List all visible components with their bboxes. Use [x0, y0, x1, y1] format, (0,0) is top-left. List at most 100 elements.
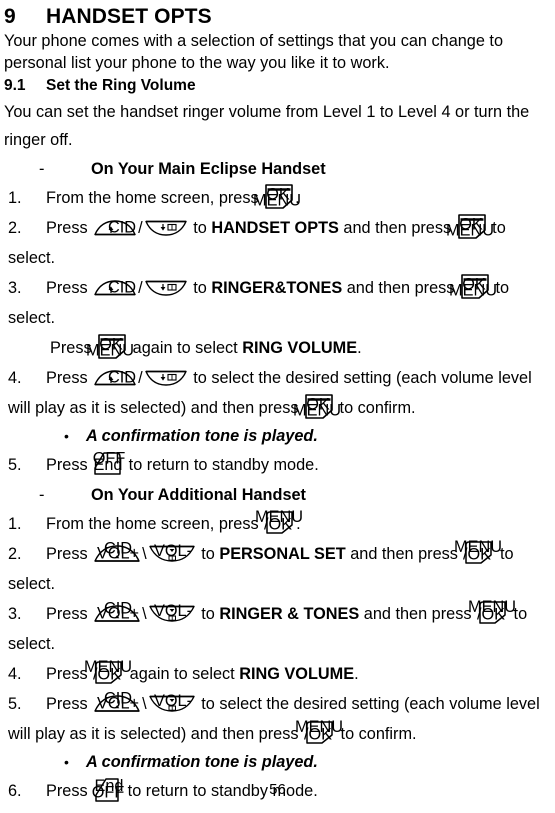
step-text-3: and then press — [342, 279, 459, 297]
key-separator: / — [138, 219, 143, 237]
step-number: 2. — [8, 545, 22, 563]
svg-text:VOL+: VOL+ — [97, 605, 139, 623]
svg-text:MENU: MENU — [253, 192, 301, 210]
main-confirmation-note: • A confirmation tone is played. — [4, 423, 551, 450]
down-vol-key-icon: VOL- — [148, 542, 196, 564]
svg-text:CID: CID — [108, 279, 136, 297]
step-text-2: to — [188, 279, 212, 297]
step-body: Press OFF End to return to standby mode. — [46, 450, 319, 475]
svg-text:CID: CID — [108, 369, 136, 387]
step-number: 5. — [8, 456, 22, 474]
step-text-3: and then press — [359, 605, 477, 623]
document-page: 9 HANDSET OPTS Your phone comes with a se… — [0, 0, 555, 813]
step-number: 3. — [8, 279, 22, 297]
dash-marker: - — [39, 486, 45, 504]
main-handset-heading-text: On Your Main Eclipse Handset — [91, 160, 326, 178]
step-menu-name: PERSONAL SET — [219, 545, 346, 563]
step-number: 2. — [8, 219, 22, 237]
step-number: 1. — [8, 189, 22, 207]
key-separator: \ — [142, 695, 147, 713]
step-text-2: to — [188, 219, 212, 237]
svg-text:VOL+: VOL+ — [97, 545, 139, 563]
step-body: Press CID VOL+ \ VOL- to PERSONAL SET and t… — [8, 538, 514, 593]
section-title: Set the Ring Volume — [46, 77, 196, 94]
cont-menu-name: RING VOLUME — [242, 339, 358, 357]
step-text: Press — [46, 545, 93, 563]
up-cid-key-icon: CID — [93, 278, 137, 297]
svg-text:MENU: MENU — [446, 222, 494, 240]
menu-ok-key-icon: MENU/OK — [468, 598, 516, 625]
svg-text:End: End — [94, 456, 123, 474]
step-number: 4. — [8, 369, 22, 387]
key-separator: / — [138, 369, 143, 387]
menu-ok-key-icon: MENU/OK — [84, 658, 132, 685]
step-text-3: . — [354, 665, 359, 683]
step-body: From the home screen, press MENU/OK. — [46, 508, 303, 534]
menu-ok-key-icon: MENU/OK — [255, 508, 303, 535]
down-phonebook-key-icon — [144, 368, 188, 387]
step-menu-name: RINGER & TONES — [219, 605, 360, 623]
note-text: A confirmation tone is played. — [86, 753, 318, 771]
step-text: From the home screen, press — [46, 189, 264, 207]
svg-text:/OK: /OK — [264, 516, 292, 534]
additional-step-5: 5. Press CID VOL+ \ VOL- to select the desir… — [4, 689, 551, 749]
additional-step-3: 3. Press CID VOL+ \ VOL- to RINGER & TONES a… — [4, 598, 551, 659]
step-text-3: to confirm. — [336, 725, 417, 743]
step-number: 4. — [8, 665, 22, 683]
section-number: 9.1 — [4, 77, 26, 94]
main-step-3-continuation: Press OK MENU again to select RING VOLUME… — [8, 333, 551, 363]
svg-text:/OK: /OK — [304, 726, 332, 744]
additional-step-4: 4. Press MENU/OK again to select RING VOL… — [4, 658, 551, 689]
step-number: 1. — [8, 515, 22, 533]
step-text-3: to confirm. — [335, 399, 416, 417]
down-phonebook-key-icon — [144, 278, 188, 297]
step-text-2: to — [196, 605, 220, 623]
main-step-1: 1. From the home screen, press OK MENU. — [4, 183, 551, 213]
off-end-key-icon: OFF End — [93, 450, 125, 477]
step-text: Press — [46, 695, 93, 713]
additional-handset-heading-text: On Your Additional Handset — [91, 486, 306, 504]
ok-menu-key-icon: OK MENU — [86, 333, 134, 360]
svg-text:/OK: /OK — [477, 606, 505, 624]
down-phonebook-key-icon — [144, 218, 188, 237]
step-text: Press — [46, 279, 93, 297]
chapter-title: HANDSET OPTS — [46, 5, 212, 28]
step-body: From the home screen, press OK MENU. — [46, 184, 301, 210]
step-text-2: to return to standby mode. — [124, 456, 319, 474]
down-vol-key-icon: VOL- — [148, 692, 196, 714]
additional-handset-subheading: - On Your Additional Handset — [4, 482, 551, 508]
step-text: Press — [46, 219, 93, 237]
up-cid-vol-key-icon: CID VOL+ — [93, 600, 141, 624]
step-number: 3. — [8, 605, 22, 623]
svg-text:VOL+: VOL+ — [97, 695, 139, 713]
svg-text:/OK: /OK — [93, 666, 121, 684]
bullet-marker: • — [64, 428, 69, 444]
ok-menu-key-icon: OK MENU — [253, 183, 301, 210]
step-body: Press CID / to select the desired setting… — [8, 368, 532, 420]
menu-ok-key-icon: MENU/OK — [454, 538, 502, 565]
step-body: Press MENU/OK again to select RING VOLUM… — [46, 658, 359, 684]
step-text-2: again to select — [125, 665, 240, 683]
key-separator: \ — [142, 605, 147, 623]
additional-step-2: 2. Press CID VOL+ \ VOL- to PERSONAL SET and… — [4, 538, 551, 599]
ok-menu-key-icon: OK MENU — [446, 213, 494, 240]
step-number: 5. — [8, 695, 22, 713]
step-body: Press CID VOL+ \ VOL- to select the desired… — [8, 690, 540, 745]
step-text-2: to — [196, 545, 220, 563]
main-step-5: 5. Press OFF End to return to standby mode… — [4, 450, 551, 480]
cont-text-2: again to select — [128, 339, 243, 357]
additional-confirmation-note: • A confirmation tone is played. — [4, 749, 551, 776]
step-text: Press — [46, 369, 93, 387]
step-text-3: and then press — [338, 219, 456, 237]
dash-marker: - — [39, 160, 45, 178]
additional-step-1: 1. From the home screen, press MENU/OK. — [4, 508, 551, 539]
step-body: Press CID VOL+ \ VOL- to RINGER & TONES and… — [8, 598, 527, 653]
svg-text:MENU: MENU — [293, 402, 341, 420]
step-text: Press — [46, 456, 93, 474]
step-body: Press CID / to HANDSET OPTS and then pres… — [8, 214, 506, 267]
menu-ok-key-icon: MENU/OK — [295, 718, 343, 745]
main-step-4: 4. Press CID / to select the desired setti… — [4, 363, 551, 423]
section-heading: 9.1 Set the Ring Volume — [4, 75, 551, 96]
chapter-number: 9 — [4, 5, 16, 28]
ok-menu-key-icon: OK MENU — [293, 393, 341, 420]
